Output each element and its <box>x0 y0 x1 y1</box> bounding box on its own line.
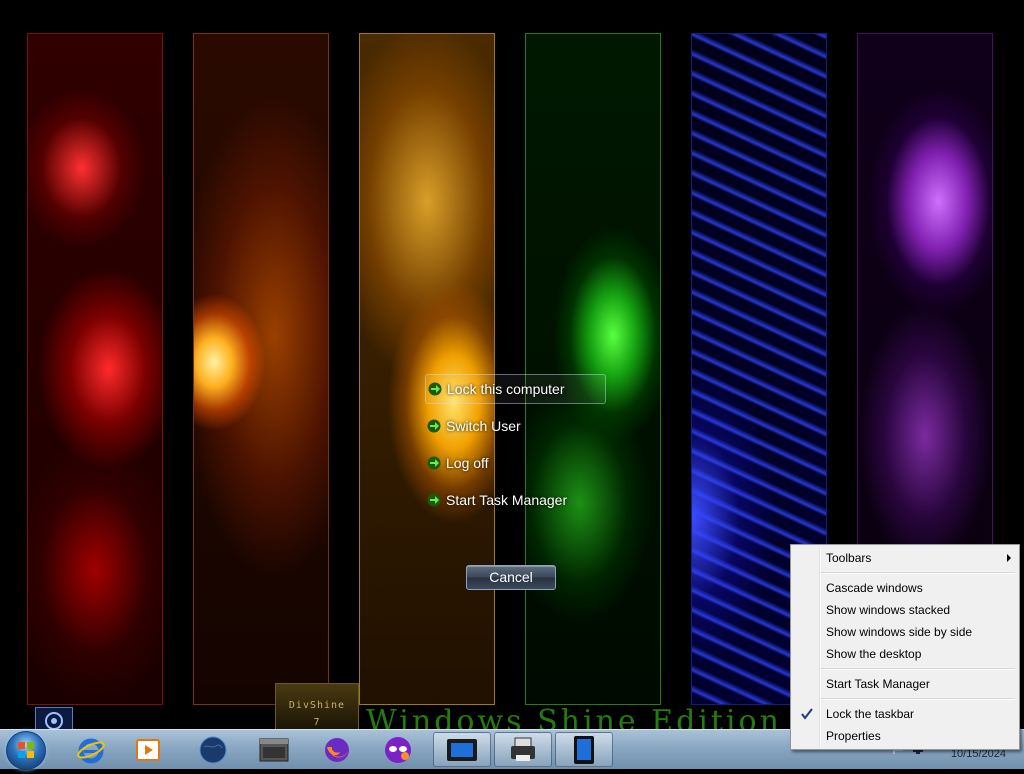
firefox-icon <box>325 737 349 762</box>
checkmark-icon <box>801 708 813 720</box>
taskbar-ie[interactable] <box>64 732 118 767</box>
divshine-gadget[interactable]: DivShine 7 <box>275 683 359 731</box>
menu-item-show-windows-side-by-side[interactable]: Show windows side by side <box>793 621 1017 643</box>
menu-item-start-task-manager[interactable]: Start Task Manager <box>793 673 1017 695</box>
switch-user-option[interactable]: Switch User <box>425 411 606 441</box>
taskbar-tablet[interactable] <box>555 732 613 767</box>
menu-item-label: Show windows stacked <box>826 603 951 617</box>
option-label: Lock this computer <box>447 381 565 397</box>
menu-separator <box>821 572 1015 574</box>
option-label: Log off <box>446 455 489 471</box>
wallpaper-panel-orange <box>193 33 329 705</box>
green-arrow-icon <box>427 419 441 433</box>
menu-item-label: Lock the taskbar <box>826 707 915 721</box>
taskbar-context-menu: Toolbars Cascade windows Show windows st… <box>790 544 1020 750</box>
menu-item-properties[interactable]: Properties <box>793 725 1017 747</box>
wallpaper-panel-red <box>27 33 163 705</box>
menu-item-label: Show the desktop <box>826 647 922 661</box>
virtual-machine-icon <box>447 738 477 761</box>
window-app-icon <box>259 738 289 761</box>
windows-logo-icon <box>18 742 34 758</box>
menu-item-label: Toolbars <box>826 551 872 565</box>
taskbar-printer[interactable] <box>494 732 552 767</box>
tablet-icon <box>574 735 594 764</box>
menu-item-label: Show windows side by side <box>826 625 973 639</box>
cancel-button[interactable]: Cancel <box>466 565 556 590</box>
gadget-title: DivShine <box>288 700 346 711</box>
internet-explorer-icon <box>77 738 105 763</box>
log-off-option[interactable]: Log off <box>425 448 606 478</box>
green-arrow-icon <box>428 382 442 396</box>
menu-separator <box>821 698 1015 700</box>
menu-item-lock-taskbar[interactable]: Lock the taskbar <box>793 703 1017 725</box>
menu-separator <box>821 668 1015 670</box>
taskbar-mask-app[interactable] <box>371 732 425 767</box>
gadget-sub: 7 <box>313 717 321 728</box>
menu-item-toolbars[interactable]: Toolbars <box>793 547 1017 569</box>
start-task-manager-option[interactable]: Start Task Manager <box>425 485 606 515</box>
lock-computer-option[interactable]: Lock this computer <box>425 374 606 404</box>
menu-item-label: Properties <box>826 729 881 743</box>
taskbar-firefox[interactable] <box>310 732 364 767</box>
start-button[interactable] <box>6 731 46 770</box>
mask-app-icon <box>385 736 411 763</box>
taskbar-window-app[interactable] <box>247 732 301 767</box>
wallpaper-panel-yellow <box>359 33 495 705</box>
menu-item-label: Cascade windows <box>826 581 923 595</box>
option-label: Start Task Manager <box>446 492 568 508</box>
menu-item-cascade-windows[interactable]: Cascade windows <box>793 577 1017 599</box>
media-player-icon <box>136 738 160 761</box>
submenu-arrow-icon <box>1007 554 1011 562</box>
taskbar-globe[interactable] <box>186 732 240 767</box>
menu-item-label: Start Task Manager <box>826 677 930 691</box>
option-label: Switch User <box>446 418 521 434</box>
globe-icon <box>199 736 227 763</box>
taskbar-virtual-machine[interactable] <box>433 732 491 767</box>
taskbar-media-player[interactable] <box>121 732 175 767</box>
wallpaper-panel-green <box>525 33 661 705</box>
menu-item-show-desktop[interactable]: Show the desktop <box>793 643 1017 665</box>
printer-icon <box>511 737 535 761</box>
green-arrow-icon <box>427 456 441 470</box>
green-arrow-icon <box>427 493 441 507</box>
menu-item-show-windows-stacked[interactable]: Show windows stacked <box>793 599 1017 621</box>
